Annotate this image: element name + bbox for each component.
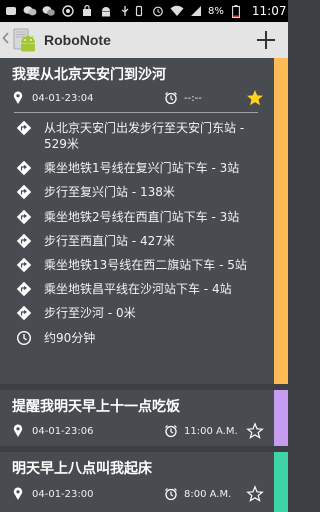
app-logo-icon[interactable] (12, 26, 38, 54)
direction-icon (16, 281, 32, 297)
location-pin-icon (13, 487, 23, 500)
direction-icon (16, 209, 32, 224)
route-step: 乘坐地铁13号线在西二旗站下车 - 5站 (16, 257, 268, 273)
note-title: 我要从北京天安门到沙河 (12, 67, 166, 83)
direction-icon (16, 233, 32, 248)
location-pin-icon (13, 424, 23, 437)
alarm-status-icon (151, 5, 165, 17)
note-title: 明天早上八点叫我起床 (12, 461, 152, 477)
wifi-icon (170, 5, 184, 17)
note-date: 04-01-23:06 (32, 425, 94, 437)
route-step-duration: 约90分钟 (16, 330, 268, 346)
direction-icon (16, 257, 32, 273)
star-outline-icon[interactable] (246, 422, 264, 440)
route-step: 乘坐地铁1号线在复兴门站下车 - 3站 (16, 160, 268, 176)
android-icon (99, 5, 113, 17)
note-date: 04-01-23:00 (32, 488, 94, 500)
note-title: 提醒我明天早上十一点吃饭 (12, 399, 180, 415)
usb-icon (118, 5, 132, 17)
notification-icon (4, 5, 18, 17)
note-date: 04-01-23:04 (32, 92, 94, 104)
direction-icon (16, 120, 32, 136)
wechat-icon (42, 5, 56, 17)
plus-icon (257, 31, 275, 49)
signal-icon (189, 5, 203, 17)
clock-icon (16, 330, 32, 345)
bag-icon (80, 5, 94, 17)
route-step: 步行至沙河 - 0米 (16, 305, 268, 321)
route-step: 步行至西直门站 - 427米 (16, 233, 268, 249)
note-alarm-time: --:-- (184, 92, 202, 104)
note-card[interactable]: 提醒我明天早上十一点吃饭 04-01-23:06 11:00 A.M. (0, 390, 288, 446)
route-step: 乘坐地铁2号线在西直门站下车 - 3站 (16, 209, 268, 225)
alarm-clock-icon[interactable] (164, 424, 178, 438)
battery-icon (229, 4, 243, 18)
vibrate-icon (132, 5, 146, 17)
direction-icon (16, 185, 32, 200)
note-alarm-time: 11:00 A.M. (184, 425, 238, 437)
route-steps: 从北京天安门出发步行至天安门东站 - 529米 乘坐地铁1号线在复兴门站下车 -… (16, 120, 268, 354)
route-step: 乘坐地铁昌平线在沙河站下车 - 4站 (16, 281, 268, 297)
status-clock: 11:07 (251, 4, 287, 18)
note-card[interactable]: 我要从北京天安门到沙河 04-01-23:04 --:-- 从北京天安门出发步行… (0, 58, 288, 384)
browser-icon (61, 5, 75, 17)
battery-percent: 8% (208, 5, 224, 17)
note-divider (14, 112, 258, 113)
note-color-stripe (274, 390, 288, 446)
route-step: 从北京天安门出发步行至天安门东站 - 529米 (16, 120, 268, 152)
location-pin-icon (13, 91, 23, 104)
star-filled-icon[interactable] (246, 89, 264, 107)
note-color-stripe (274, 452, 288, 512)
back-chevron-icon[interactable] (2, 32, 12, 48)
add-note-button[interactable] (248, 22, 284, 58)
note-alarm-time: 8:00 A.M. (184, 488, 232, 500)
note-card[interactable]: 明天早上八点叫我起床 04-01-23:00 8:00 A.M. (0, 452, 288, 512)
route-step: 步行至复兴门站 - 138米 (16, 184, 268, 200)
notes-list[interactable]: 我要从北京天安门到沙河 04-01-23:04 --:-- 从北京天安门出发步行… (0, 58, 288, 512)
alarm-clock-icon[interactable] (164, 487, 178, 501)
app-title: RoboNote (44, 32, 111, 48)
note-meta: 04-01-23:00 8:00 A.M. (12, 484, 264, 504)
alarm-clock-icon[interactable] (164, 91, 178, 105)
note-color-stripe (274, 58, 288, 384)
direction-icon (16, 160, 32, 176)
note-meta: 04-01-23:04 --:-- (12, 88, 264, 108)
direction-icon (16, 306, 32, 321)
star-outline-icon[interactable] (246, 485, 264, 503)
note-meta: 04-01-23:06 11:00 A.M. (12, 421, 264, 441)
action-bar: RoboNote (0, 22, 288, 58)
chat-icon (23, 5, 37, 17)
status-bar: 8% 11:07 (0, 0, 288, 22)
